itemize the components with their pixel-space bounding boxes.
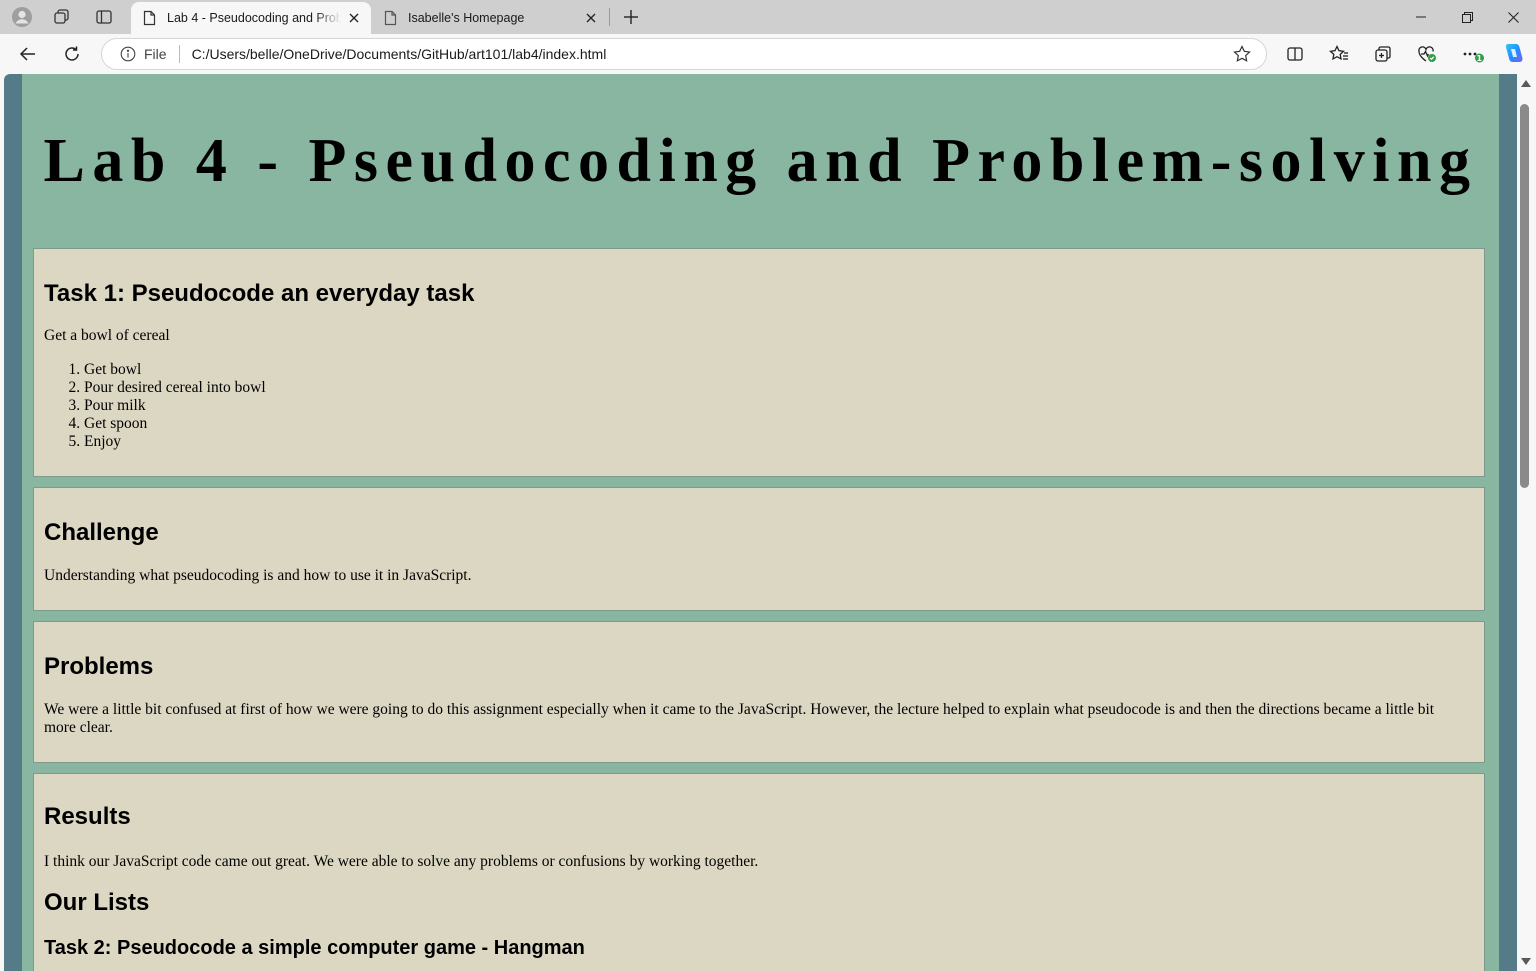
- minimize-button[interactable]: [1398, 0, 1444, 34]
- tab-strip: Lab 4 - Pseudocoding and Problem-solving…: [0, 0, 1536, 34]
- problems-text: We were a little bit confused at first o…: [44, 701, 1435, 736]
- star-icon[interactable]: [1228, 40, 1256, 68]
- task1-steps: Get bowl Pour desired cereal into bowl P…: [44, 361, 266, 451]
- address-divider: [178, 45, 180, 63]
- results-heading: Results: [44, 803, 131, 830]
- task1-intro: Get a bowl of cereal: [44, 327, 170, 344]
- page-icon: [382, 10, 398, 26]
- tab-title: Lab 4 - Pseudocoding and Problem-solving: [167, 11, 341, 25]
- new-tab-button[interactable]: [618, 4, 644, 30]
- tab-divider: [609, 8, 610, 26]
- list-item: Get bowl: [84, 361, 266, 379]
- browser-essentials-icon[interactable]: [1411, 38, 1443, 70]
- scheme-label: File: [144, 46, 167, 62]
- page-viewport: Lab 4 - Pseudocoding and Problem-solving…: [0, 74, 1536, 971]
- more-options-icon[interactable]: 1: [1457, 38, 1489, 70]
- close-window-button[interactable]: [1490, 0, 1536, 34]
- address-bar[interactable]: File C:/Users/belle/OneDrive/Documents/G…: [101, 38, 1267, 70]
- url-text[interactable]: C:/Users/belle/OneDrive/Documents/GitHub…: [192, 46, 1228, 62]
- close-icon[interactable]: [578, 5, 604, 31]
- list-item: Pour desired cereal into bowl: [84, 379, 266, 397]
- split-screen-icon[interactable]: [1279, 38, 1311, 70]
- task1-section: Task 1: Pseudocode an everyday task Get …: [33, 248, 1485, 477]
- scroll-down-arrow-icon[interactable]: [1521, 958, 1531, 965]
- page-frame: Lab 4 - Pseudocoding and Problem-solving…: [4, 74, 1517, 971]
- tab-actions-icon[interactable]: [91, 5, 117, 29]
- challenge-heading: Challenge: [44, 519, 159, 546]
- page-body: Lab 4 - Pseudocoding and Problem-solving…: [22, 74, 1499, 971]
- collections-icon[interactable]: [1367, 38, 1399, 70]
- tab-title: Isabelle's Homepage: [408, 11, 525, 25]
- scrollbar-thumb[interactable]: [1520, 104, 1529, 488]
- tab-homepage[interactable]: Isabelle's Homepage: [372, 2, 608, 34]
- favorites-icon[interactable]: [1323, 38, 1355, 70]
- profile-avatar-icon[interactable]: [9, 5, 35, 29]
- extension-badge: 1: [1476, 54, 1483, 63]
- page-icon: [141, 10, 157, 26]
- results-section: Results I think our JavaScript code came…: [33, 773, 1485, 971]
- list-item: Get spoon: [84, 415, 266, 433]
- results-text: I think our JavaScript code came out gre…: [44, 853, 759, 870]
- page-title: Lab 4 - Pseudocoding and Problem-solving: [43, 127, 1478, 195]
- problems-heading: Problems: [44, 653, 154, 680]
- back-button[interactable]: [12, 38, 44, 70]
- restore-button[interactable]: [1444, 0, 1490, 34]
- challenge-text: Understanding what pseudocoding is and h…: [44, 567, 472, 584]
- list-item: Enjoy: [84, 433, 266, 451]
- copilot-icon[interactable]: [1497, 38, 1529, 70]
- list-item: Pour milk: [84, 397, 266, 415]
- workspaces-icon[interactable]: [49, 5, 75, 29]
- close-icon[interactable]: [341, 5, 367, 31]
- page-scrollbar[interactable]: [1517, 74, 1536, 971]
- lists-heading: Our Lists: [44, 889, 150, 916]
- problems-section: Problems We were a little bit confused a…: [33, 621, 1485, 763]
- task1-heading: Task 1: Pseudocode an everyday task: [44, 280, 475, 307]
- scroll-up-arrow-icon[interactable]: [1521, 80, 1531, 87]
- refresh-button[interactable]: [56, 38, 88, 70]
- task2-heading: Task 2: Pseudocode a simple computer gam…: [44, 937, 585, 959]
- tab-lab4[interactable]: Lab 4 - Pseudocoding and Problem-solving: [131, 2, 371, 34]
- challenge-section: Challenge Understanding what pseudocodin…: [33, 487, 1485, 611]
- info-icon[interactable]: [118, 44, 138, 64]
